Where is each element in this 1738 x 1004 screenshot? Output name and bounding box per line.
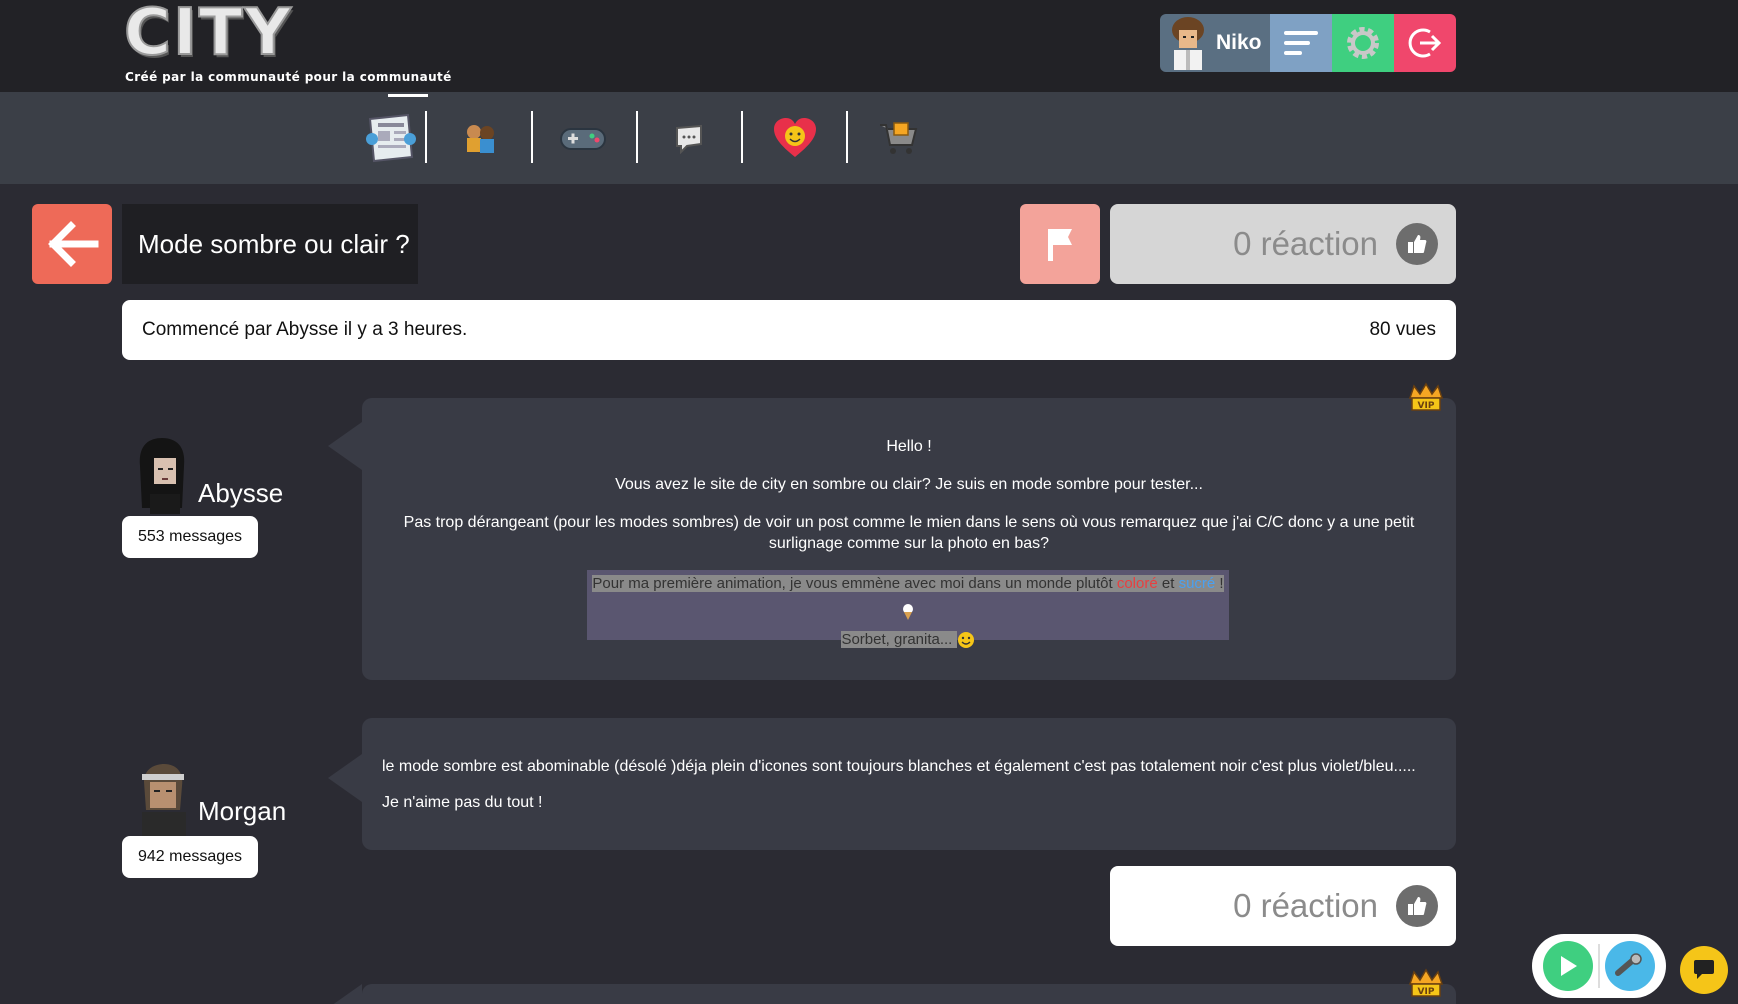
back-button[interactable] [32, 204, 112, 284]
post-message: le mode sombre est abominable (désolé )d… [328, 718, 1456, 850]
post-line: Je n'aime pas du tout ! [382, 794, 543, 811]
quote-colored-word: coloré [1116, 575, 1158, 592]
topic-reaction-button[interactable]: 0 réaction [1110, 204, 1456, 284]
chat-bubble-icon [676, 124, 702, 154]
quote-text: ! [1215, 575, 1224, 592]
post-reaction-button[interactable]: 0 réaction [1110, 866, 1456, 946]
tagline: Créé par la communauté pour la communaut… [125, 70, 452, 84]
topic-started-info: Commencé par Abysse il y a 3 heures. [142, 319, 468, 340]
settings-button[interactable] [1332, 14, 1394, 72]
city-logo[interactable]: CITY [123, 0, 336, 70]
nav-separator [531, 111, 533, 163]
author-message-count: 942 messages [122, 836, 258, 878]
nav-community[interactable] [452, 110, 508, 166]
post-line: Hello ! [886, 438, 932, 455]
quoted-content: Pour ma première animation, je vous emmè… [587, 570, 1229, 649]
newspaper-icon [366, 113, 416, 163]
nav-games[interactable] [555, 110, 611, 166]
microphone-icon [1615, 953, 1643, 976]
player-divider [1597, 944, 1600, 988]
topic-info-bar: Commencé par Abysse il y a 3 heures. 80 … [122, 300, 1456, 360]
radio-player [1532, 934, 1666, 998]
arrow-left-icon [48, 221, 99, 267]
vip-badge-icon: VIP [1406, 966, 1446, 1000]
nav-love[interactable] [767, 110, 823, 166]
nav-separator [741, 111, 743, 163]
avatar [142, 764, 186, 838]
quote-text: et [1157, 575, 1179, 592]
author-name: Morgan [198, 796, 287, 826]
gamepad-icon [560, 128, 606, 150]
chat-button[interactable] [1680, 946, 1728, 994]
post-message: Hello ! Vous avez le site de city en som… [328, 398, 1456, 680]
thumbs-up-icon [1396, 885, 1438, 927]
ice-cream-icon [901, 603, 915, 621]
author-name: Abysse [198, 478, 284, 508]
nav-news[interactable] [364, 110, 420, 166]
report-button[interactable] [1020, 204, 1100, 284]
topic-title: Mode sombre ou clair ? [138, 228, 410, 259]
hamburger-icon [1284, 31, 1318, 55]
nav-strip [0, 92, 1738, 184]
chat-icon [1694, 960, 1714, 979]
quote-colored-word: sucré [1178, 575, 1216, 592]
user-avatar [1166, 16, 1210, 70]
vip-badge-icon: VIP [1406, 380, 1446, 414]
logo-text: CITY [123, 0, 293, 70]
post-message [328, 984, 1456, 1004]
svg-text:VIP: VIP [1418, 987, 1435, 997]
smile-emoji-icon [957, 631, 975, 649]
topic-views: 80 vues [1369, 319, 1436, 340]
reaction-count: 0 réaction [1233, 887, 1378, 924]
play-icon [1560, 956, 1577, 976]
avatar [139, 438, 185, 514]
user-name: Niko [1216, 31, 1262, 54]
logout-icon [1408, 28, 1442, 58]
menu-button[interactable] [1270, 14, 1332, 72]
nav-separator [846, 111, 848, 163]
author-message-count: 553 messages [122, 516, 258, 558]
nav-forum[interactable] [661, 110, 717, 166]
quote-text: Pour ma première animation, je vous emmè… [592, 575, 1117, 592]
microphone-button[interactable] [1605, 941, 1656, 991]
nav-separator [425, 111, 427, 163]
gear-icon [1347, 27, 1379, 59]
heart-icon [774, 118, 816, 157]
topic-title-box: Mode sombre ou clair ? [122, 204, 418, 284]
flag-icon [1048, 229, 1072, 261]
post-line: le mode sombre est abominable (désolé )d… [382, 758, 1416, 775]
shopping-cart-icon [880, 122, 918, 154]
quote-text: Sorbet, granita... [841, 631, 957, 648]
thumbs-up-icon [1396, 223, 1438, 265]
logout-button[interactable] [1394, 14, 1456, 72]
nav-separator [636, 111, 638, 163]
svg-text:VIP: VIP [1418, 401, 1435, 411]
post-line: Vous avez le site de city en sombre ou c… [615, 476, 1203, 493]
nav-shop[interactable] [870, 110, 926, 166]
play-button[interactable] [1542, 941, 1593, 991]
reaction-count: 0 réaction [1233, 225, 1378, 262]
people-icon [467, 125, 494, 153]
user-toolbar: Niko [1160, 14, 1456, 72]
nav-active-indicator [388, 94, 428, 97]
user-profile-button[interactable]: Niko [1160, 14, 1270, 72]
post-line: Pas trop dérangeant (pour les modes somb… [403, 514, 1415, 552]
